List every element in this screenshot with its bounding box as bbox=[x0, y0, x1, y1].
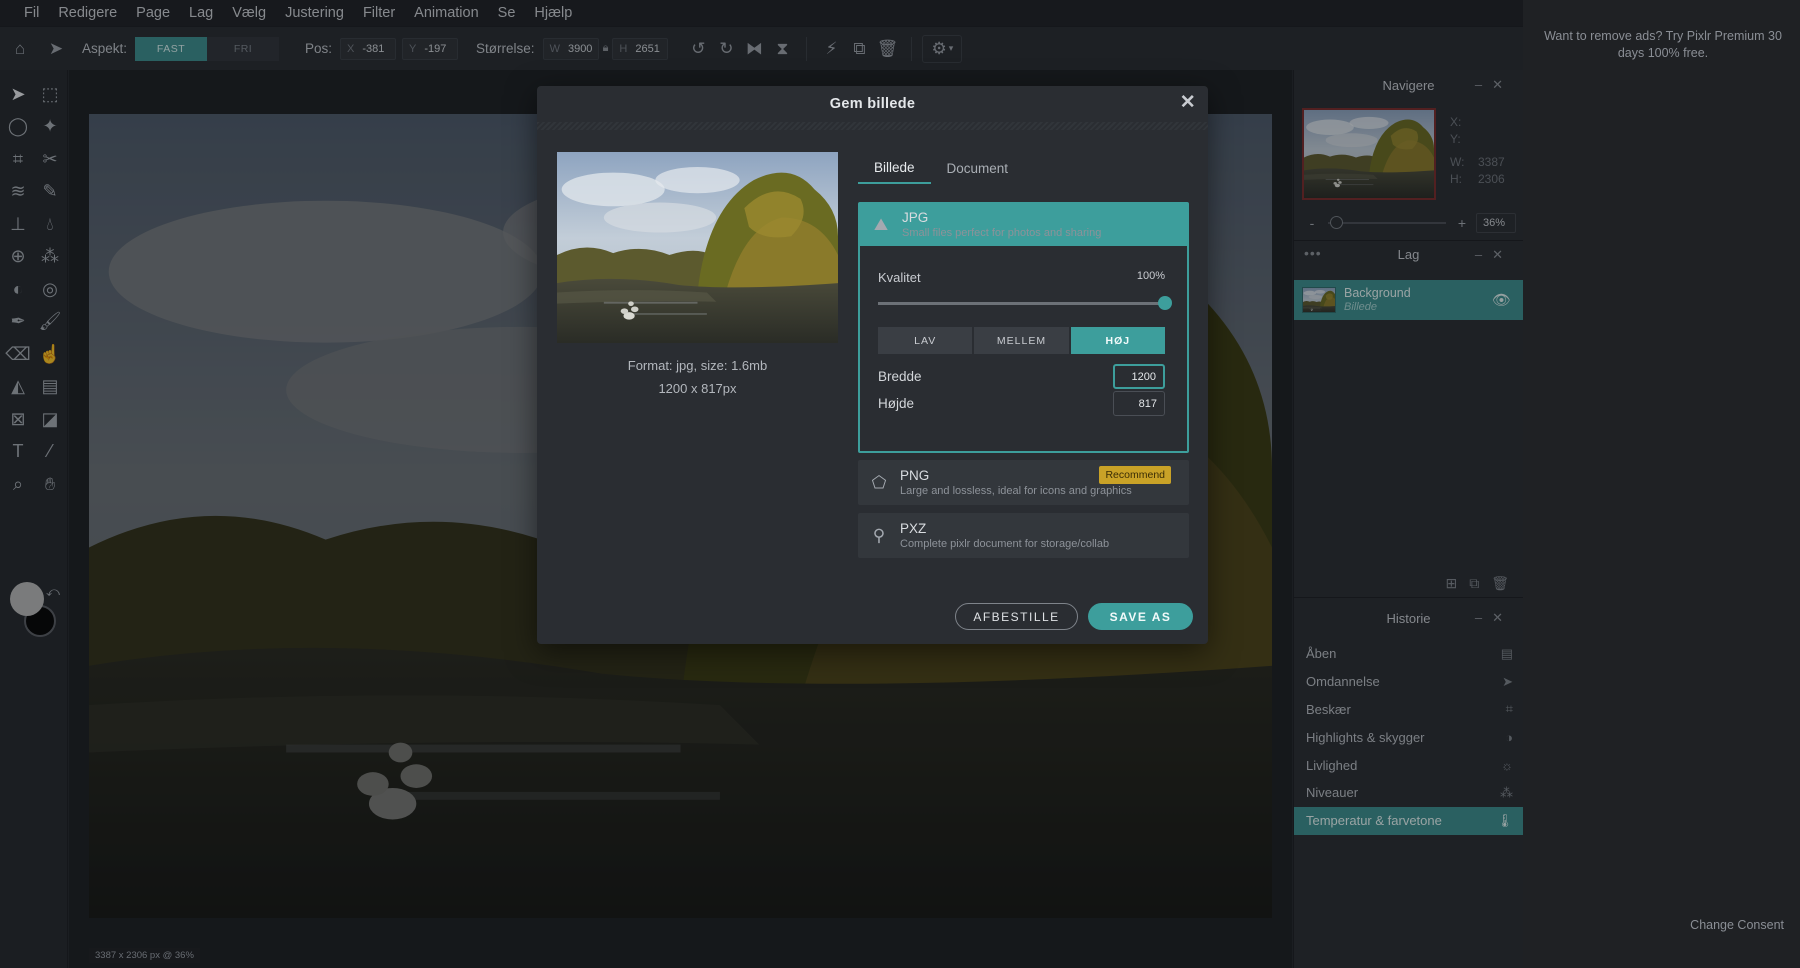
width-label: Bredde bbox=[878, 369, 922, 384]
dialog-stripe bbox=[537, 122, 1208, 130]
format-png-option[interactable]: ⬠ PNG Large and lossless, ideal for icon… bbox=[858, 460, 1189, 505]
preview-dimensions: 1200 x 817px bbox=[658, 381, 737, 396]
quality-slider-knob[interactable] bbox=[1158, 296, 1172, 310]
preview-format: Format: jpg, size: 1.6mb bbox=[627, 358, 768, 373]
change-consent-link[interactable]: Change Consent bbox=[1690, 918, 1784, 932]
format-pxz-option[interactable]: ⚲ PXZ Complete pixlr document for storag… bbox=[858, 513, 1189, 558]
height-label: Højde bbox=[878, 396, 915, 411]
export-preview bbox=[557, 152, 838, 343]
preview-info: Format: jpg, size: 1.6mb 1200 x 817px bbox=[557, 354, 838, 400]
format-jpg-description: Small files perfect for photos and shari… bbox=[902, 227, 1102, 239]
format-jpg-panel: ⛰︎ JPG Small files perfect for photos an… bbox=[858, 202, 1189, 453]
height-input[interactable]: 817 bbox=[1113, 391, 1165, 416]
shapes-icon: ⬠ bbox=[871, 472, 887, 492]
format-pxz-description: Complete pixlr document for storage/coll… bbox=[900, 537, 1110, 550]
width-row: Bredde 1200 bbox=[878, 364, 1165, 389]
save-image-dialog: Gem billede ✕ Format: jpg, size: 1.6mb 1… bbox=[537, 86, 1208, 644]
quality-high-button[interactable]: HØJ bbox=[1070, 327, 1165, 354]
quality-slider-fill bbox=[878, 302, 1165, 305]
quality-presets: LAV MELLEM HØJ bbox=[878, 327, 1165, 354]
tab-image[interactable]: Billede bbox=[858, 152, 931, 184]
app-window: Fil Redigere Page Lag Vælg Justering Fil… bbox=[0, 0, 1523, 968]
pxz-icon: ⚲ bbox=[872, 525, 886, 545]
dialog-header: Gem billede ✕ bbox=[537, 86, 1208, 122]
quality-medium-button[interactable]: MELLEM bbox=[974, 327, 1069, 354]
ad-sidebar: Want to remove ads? Try Pixlr Premium 30… bbox=[1523, 0, 1800, 968]
quality-label: Kvalitet bbox=[878, 270, 921, 285]
cancel-button[interactable]: AFBESTILLE bbox=[955, 603, 1078, 630]
quality-value: 100% bbox=[1136, 270, 1165, 282]
close-icon[interactable]: ✕ bbox=[1180, 93, 1196, 112]
width-input[interactable]: 1200 bbox=[1113, 364, 1165, 389]
dialog-tabs: Billede Document bbox=[858, 152, 1024, 184]
recommend-badge: Recommend bbox=[1099, 466, 1171, 484]
quality-slider[interactable] bbox=[878, 296, 1172, 310]
save-as-button[interactable]: SAVE AS bbox=[1088, 603, 1193, 630]
mountain-icon: ⛰︎ bbox=[873, 215, 889, 234]
format-png-description: Large and lossless, ideal for icons and … bbox=[900, 484, 1132, 497]
premium-ad-text[interactable]: Want to remove ads? Try Pixlr Premium 30… bbox=[1543, 28, 1783, 62]
format-pxz-title: PXZ bbox=[900, 520, 927, 536]
format-jpg-title: JPG bbox=[902, 210, 929, 225]
tab-document[interactable]: Document bbox=[931, 152, 1025, 184]
quality-low-button[interactable]: LAV bbox=[878, 327, 973, 354]
format-jpg-header[interactable]: ⛰︎ JPG Small files perfect for photos an… bbox=[860, 204, 1187, 246]
format-png-title: PNG bbox=[900, 467, 930, 483]
quality-row: Kvalitet 100% bbox=[878, 270, 1165, 285]
dialog-title: Gem billede bbox=[829, 96, 916, 112]
height-row: Højde 817 bbox=[878, 391, 1165, 416]
